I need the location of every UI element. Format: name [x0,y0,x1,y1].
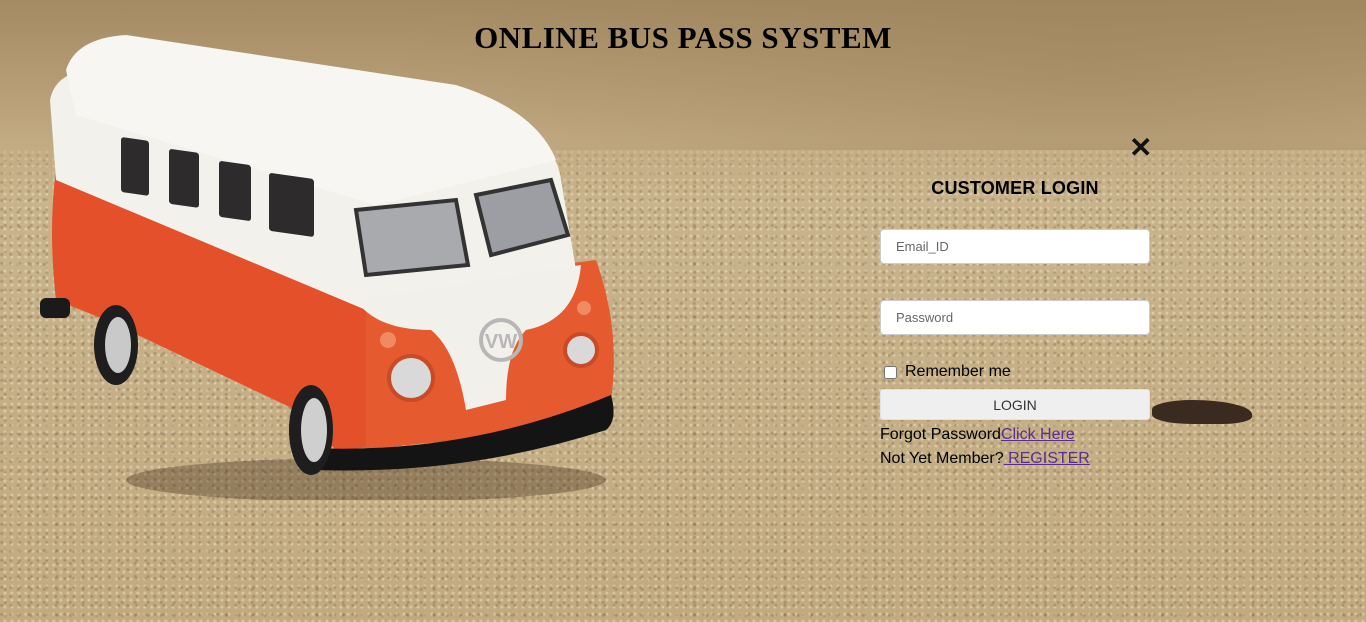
page-title: ONLINE BUS PASS SYSTEM [474,20,892,55]
remember-label: Remember me [905,363,1011,380]
close-icon[interactable]: ✕ [1129,134,1152,162]
svg-text:VW: VW [485,331,517,353]
password-field[interactable] [880,300,1150,335]
email-field[interactable] [880,229,1150,264]
forgot-password-link[interactable]: Click Here [1001,426,1075,443]
toy-van-image: VW [40,35,614,500]
remember-me[interactable]: Remember me [880,363,1150,381]
forgot-password-line: Forgot PasswordClick Here [880,426,1150,444]
login-heading: CUSTOMER LOGIN [931,178,1099,198]
remember-checkbox[interactable] [884,365,897,379]
not-member-text: Not Yet Member? [880,450,1004,467]
login-button[interactable]: LOGIN [880,389,1150,420]
forgot-password-text: Forgot Password [880,426,1001,443]
login-form: CUSTOMER LOGIN Remember me LOGIN Forgot … [880,178,1150,468]
register-link[interactable]: REGISTER [1004,450,1090,467]
register-line: Not Yet Member? REGISTER [880,450,1150,468]
